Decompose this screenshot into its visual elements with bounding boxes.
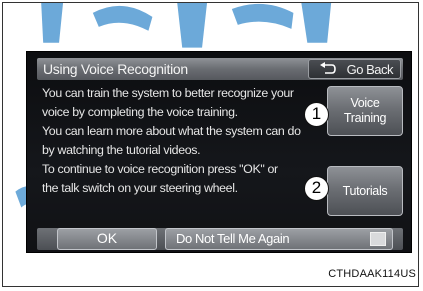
bottom-bar: OK Do Not Tell Me Again [37,228,403,250]
instruction-line: You can learn more about what the system… [42,124,301,138]
figure-code: CTHDAAK114US [328,268,416,280]
tutorials-button[interactable]: Tutorials [327,166,403,216]
instruction-line: To continue to voice recognition press "… [42,162,278,176]
instruction-line: the talk switch on your steering wheel. [42,181,238,195]
title-bar: Using Voice Recognition Go Back [37,58,403,80]
instruction-line: voice by completing the voice training. [42,105,238,119]
go-back-label: Go Back [346,62,394,77]
callout-2: 2 [304,176,329,201]
display-screen: Using Voice Recognition Go Back You can … [26,51,412,253]
instruction-line: by watching the tutorial videos. [42,143,201,157]
tutorials-label: Tutorials [342,183,388,198]
voice-training-label-line2: Training [343,111,387,125]
do-not-tell-again-checkbox[interactable] [370,232,386,246]
go-back-button[interactable]: Go Back [308,59,401,79]
back-arrow-icon [319,61,337,80]
callout-1: 1 [304,102,329,127]
ok-label: OK [96,230,118,246]
instruction-line: You can train the system to better recog… [42,86,294,100]
do-not-tell-again-label: Do Not Tell Me Again [176,231,290,246]
do-not-tell-again-button[interactable]: Do Not Tell Me Again [165,228,393,250]
ok-button[interactable]: OK [57,228,157,250]
voice-training-button[interactable]: Voice Training [327,86,403,136]
instructions-text: You can train the system to better recog… [42,84,342,198]
figure-frame: Using Voice Recognition Go Back You can … [2,2,419,287]
voice-training-label-line1: Voice [350,96,380,110]
screen-title: Using Voice Recognition [43,61,188,77]
